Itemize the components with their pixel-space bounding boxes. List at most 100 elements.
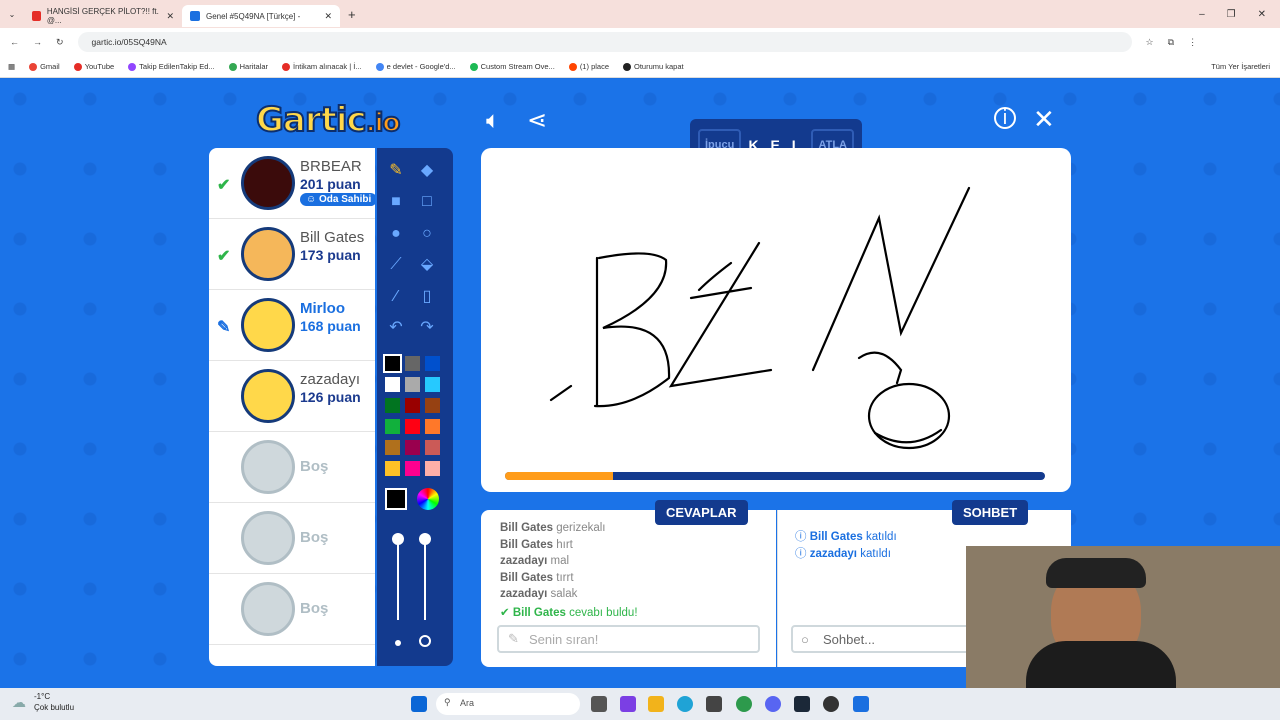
pencil-icon: ✎ bbox=[217, 319, 231, 336]
opacity-slider[interactable] bbox=[424, 540, 426, 620]
bookmark[interactable]: Haritalar bbox=[228, 62, 268, 71]
app-icon[interactable] bbox=[620, 696, 636, 712]
info-icon[interactable]: i bbox=[994, 107, 1016, 129]
player-list: ✔ BRBEAR 201 puan ☺ Oda Sahibi ✔ Bill Ga… bbox=[209, 148, 375, 666]
avatar-placeholder bbox=[241, 440, 295, 494]
page-tool-icon[interactable]: ▯ bbox=[416, 286, 438, 308]
empty-slot: Boş bbox=[209, 503, 375, 574]
new-tab-button[interactable]: + bbox=[348, 7, 356, 22]
star-icon[interactable]: ☆ bbox=[1146, 37, 1154, 48]
drawing-canvas[interactable] bbox=[481, 148, 1071, 492]
color-swatch[interactable] bbox=[385, 440, 400, 455]
apps-icon[interactable]: ▦ bbox=[8, 62, 15, 71]
color-swatch[interactable] bbox=[425, 377, 440, 392]
bookmark[interactable]: Takip EdilenTakip Ed... bbox=[128, 62, 215, 71]
steam-icon[interactable] bbox=[794, 696, 810, 712]
eraser-tool-icon[interactable]: ◆ bbox=[416, 160, 438, 182]
color-swatch[interactable] bbox=[405, 440, 420, 455]
filled-circle-tool-icon[interactable]: ● bbox=[385, 223, 407, 245]
color-swatch[interactable] bbox=[405, 419, 420, 434]
size-slider-handle[interactable] bbox=[392, 533, 404, 545]
bookmark[interactable]: e devlet - Google'd... bbox=[375, 62, 456, 71]
size-slider[interactable] bbox=[397, 540, 399, 620]
color-swatch[interactable] bbox=[385, 419, 400, 434]
browser-tab-active[interactable]: Genel #5Q49NA [Türkçe] - ✕ bbox=[182, 5, 340, 27]
answer-input[interactable]: ✎ Senin sıran! bbox=[497, 625, 760, 653]
folder-icon[interactable] bbox=[648, 696, 664, 712]
edge-icon[interactable] bbox=[677, 696, 693, 712]
avatar bbox=[241, 156, 295, 210]
color-swatch[interactable] bbox=[425, 461, 440, 476]
reload-icon[interactable]: ↻ bbox=[56, 37, 64, 48]
player-row[interactable]: ✎ Mirloo 168 puan bbox=[209, 290, 375, 361]
taskbar-search[interactable]: ⚲ Ara bbox=[436, 693, 580, 715]
color-swatch[interactable] bbox=[405, 398, 420, 413]
color-swatch[interactable] bbox=[385, 377, 400, 392]
opacity-slider-handle[interactable] bbox=[419, 533, 431, 545]
color-swatch[interactable] bbox=[405, 461, 420, 476]
redo-tool-icon[interactable]: ↷ bbox=[416, 317, 438, 339]
chat-tab[interactable]: SOHBET bbox=[952, 500, 1029, 525]
fill-tool-icon[interactable]: ⬙ bbox=[416, 254, 438, 276]
minimize-icon[interactable]: – bbox=[1199, 9, 1205, 20]
rect-tool-icon[interactable]: □ bbox=[416, 191, 438, 213]
pencil-tool-icon[interactable]: ✎ bbox=[385, 160, 407, 182]
current-color[interactable] bbox=[385, 488, 407, 510]
color-swatch[interactable] bbox=[425, 398, 440, 413]
answers-tab[interactable]: CEVAPLAR bbox=[655, 500, 748, 525]
color-swatch[interactable] bbox=[383, 354, 402, 373]
answer-message: ✔ Bill Gates cevabı buldu! bbox=[500, 606, 638, 619]
player-row[interactable]: ✔ Bill Gates 173 puan bbox=[209, 219, 375, 290]
close-icon[interactable]: ✕ bbox=[1033, 104, 1055, 135]
bookmark[interactable]: Custom Stream Ove... bbox=[469, 62, 555, 71]
all-bookmarks[interactable]: Tüm Yer İşaretleri bbox=[1211, 62, 1270, 71]
color-swatch[interactable] bbox=[425, 419, 440, 434]
circle-tool-icon[interactable]: ○ bbox=[416, 223, 438, 245]
answer-message: Bill Gates tırrt bbox=[500, 571, 574, 584]
player-row[interactable]: ✔ BRBEAR 201 puan ☺ Oda Sahibi bbox=[209, 148, 375, 219]
extensions-icon[interactable]: ⧉ bbox=[1168, 37, 1174, 48]
share-icon[interactable]: ⋖ bbox=[527, 106, 547, 135]
player-row[interactable]: zazadayı 126 puan bbox=[209, 361, 375, 432]
bookmark[interactable]: (1) place bbox=[568, 62, 609, 71]
close-window-icon[interactable]: ✕ bbox=[1258, 9, 1266, 20]
line-tool-icon[interactable]: ⟋ bbox=[385, 254, 407, 276]
check-icon: ✔ bbox=[217, 248, 231, 265]
filled-rect-tool-icon[interactable]: ■ bbox=[385, 191, 407, 213]
back-icon[interactable]: ← bbox=[10, 37, 19, 47]
tab-search-button[interactable]: ⌄ bbox=[0, 10, 24, 19]
obs-icon[interactable] bbox=[823, 696, 839, 712]
url-field[interactable]: gartic.io/05SQ49NA bbox=[77, 32, 1132, 52]
maximize-icon[interactable]: ❐ bbox=[1227, 9, 1236, 20]
discord-icon[interactable] bbox=[765, 696, 781, 712]
sound-icon[interactable]: 🔈︎ bbox=[486, 107, 500, 135]
player-name: BRBEAR bbox=[300, 158, 362, 175]
close-tab-icon[interactable]: ✕ bbox=[166, 11, 174, 22]
bookmark[interactable]: Gmail bbox=[29, 62, 60, 71]
color-wheel-icon[interactable] bbox=[417, 488, 439, 510]
taskview-icon[interactable] bbox=[591, 696, 607, 712]
close-tab-icon[interactable]: ✕ bbox=[324, 11, 332, 22]
windows-start-icon[interactable] bbox=[411, 696, 427, 712]
bookmark[interactable]: Oturumu kapat bbox=[623, 62, 684, 71]
chrome-icon[interactable] bbox=[736, 696, 752, 712]
color-swatch[interactable] bbox=[405, 356, 420, 371]
gartic-app-icon[interactable] bbox=[853, 696, 869, 712]
color-swatch[interactable] bbox=[385, 398, 400, 413]
forward-icon[interactable]: → bbox=[33, 37, 42, 47]
color-swatch[interactable] bbox=[425, 440, 440, 455]
undo-tool-icon[interactable]: ↶ bbox=[385, 317, 407, 339]
store-icon[interactable] bbox=[706, 696, 722, 712]
browser-tab[interactable]: HANGİSİ GERÇEK PİLOT?!! ft. @... ✕ bbox=[24, 5, 182, 27]
chat-input[interactable]: ○ Sohbet... bbox=[791, 625, 981, 653]
color-swatch[interactable] bbox=[425, 356, 440, 371]
bookmark[interactable]: YouTube bbox=[73, 62, 114, 71]
max-size-dot bbox=[419, 635, 431, 647]
color-swatch[interactable] bbox=[385, 461, 400, 476]
player-points: 173 puan bbox=[300, 247, 361, 263]
answer-message: zazadayı mal bbox=[500, 555, 570, 567]
menu-icon[interactable]: ⋮ bbox=[1188, 37, 1197, 48]
bookmark[interactable]: İntikam alınacak | İ... bbox=[281, 62, 362, 71]
picker-tool-icon[interactable]: ⁄ bbox=[385, 286, 407, 308]
color-swatch[interactable] bbox=[405, 377, 420, 392]
